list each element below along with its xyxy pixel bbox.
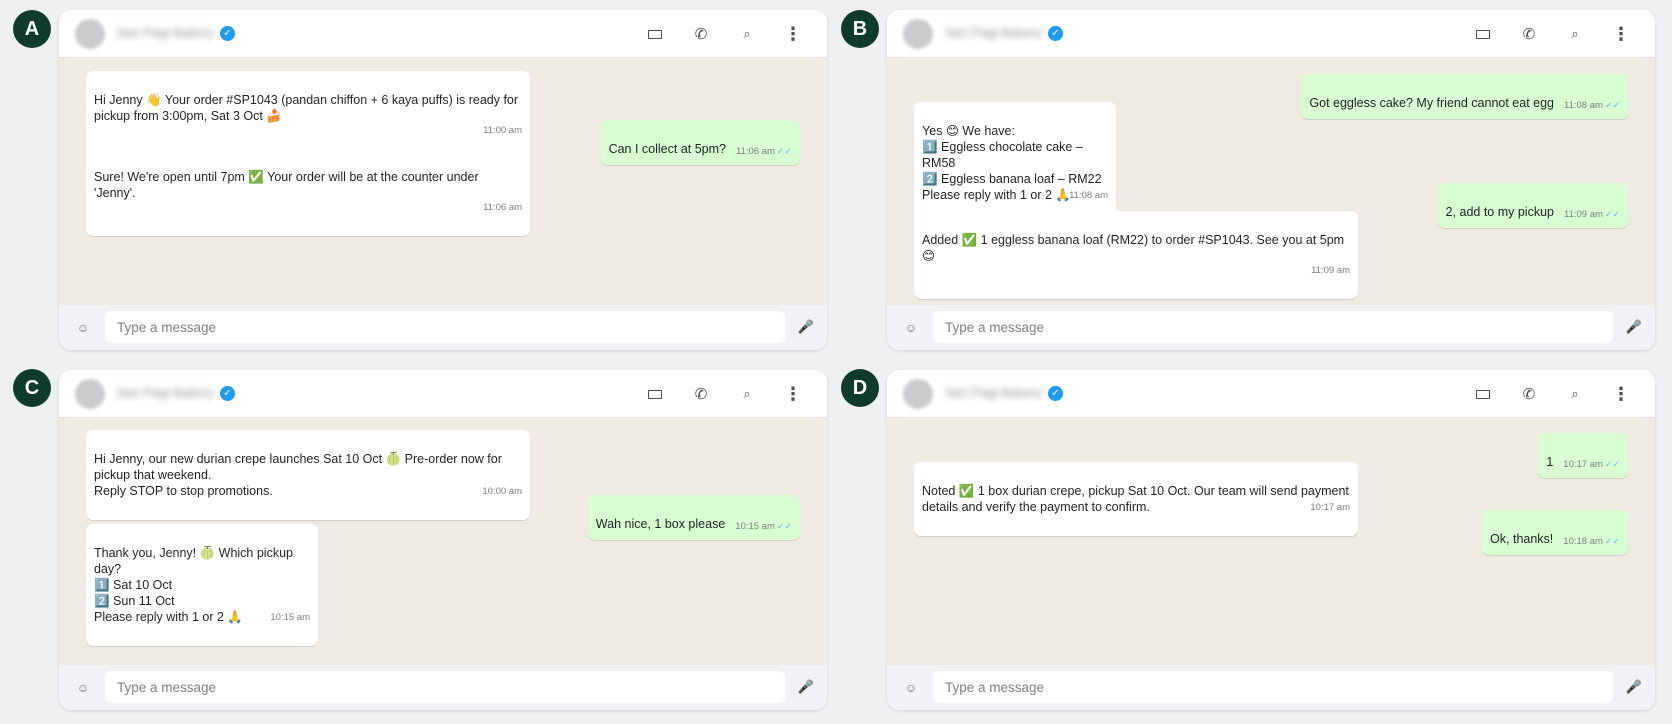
message-time: 10:17 am xyxy=(1563,459,1603,470)
chat-panel-b: Sari Pagi Bakery ✓ ✆ ⌕ ⋮ Got eggless cak… xyxy=(887,10,1655,350)
message-outgoing: Got eggless cake? My friend cannot eat e… xyxy=(1301,74,1628,119)
message-incoming: Thank you, Jenny! 🍈 Which pickup day? 1️… xyxy=(86,524,318,646)
avatar[interactable] xyxy=(903,19,933,49)
read-ticks-icon: ✓✓ xyxy=(776,146,792,156)
composer-bar: ☺ 🎤 xyxy=(59,665,827,710)
phone-icon[interactable]: ✆ xyxy=(690,24,712,44)
message-time: 10:15 am xyxy=(735,521,775,532)
video-icon[interactable] xyxy=(644,24,666,44)
phone-icon[interactable]: ✆ xyxy=(1518,384,1540,404)
message-time: 11:08 am xyxy=(1564,100,1603,111)
microphone-icon[interactable]: 🎤 xyxy=(797,318,815,336)
microphone-icon[interactable]: 🎤 xyxy=(1625,678,1643,696)
message-time: 11:09 am xyxy=(1564,209,1603,220)
composer-bar: ☺ 🎤 xyxy=(59,305,827,350)
contact-name[interactable]: Sari Pagi Bakery xyxy=(945,385,1042,400)
message-time: 10:18 am xyxy=(1563,536,1603,547)
message-text: 1 xyxy=(1546,455,1554,469)
message-incoming: Hi Jenny 👋 Your order #SP1043 (pandan ch… xyxy=(86,71,530,159)
message-outgoing: Can I collect at 5pm? 11:06 am ✓✓ xyxy=(600,120,800,165)
chat-header: Sari Pagi Bakery ✓ ✆ ⌕ ⋮ xyxy=(59,370,827,418)
panel-label-badge: A xyxy=(13,10,51,48)
message-input[interactable] xyxy=(105,671,785,703)
search-icon[interactable]: ⌕ xyxy=(736,384,758,404)
message-outgoing: Wah nice, 1 box please 10:15 am ✓✓ xyxy=(587,495,800,540)
more-vertical-icon[interactable]: ⋮ xyxy=(1610,24,1632,44)
chat-header: Sari Pagi Bakery ✓ ✆ ⌕ ⋮ xyxy=(887,10,1655,58)
message-incoming: Noted ✅ 1 box durian crepe, pickup Sat 1… xyxy=(914,462,1358,536)
chat-header: Sari Pagi Bakery ✓ ✆ ⌕ ⋮ xyxy=(887,370,1655,418)
composer-bar: ☺ 🎤 xyxy=(887,305,1655,350)
contact-name[interactable]: Sari Pagi Bakery xyxy=(117,25,214,40)
read-ticks-icon: ✓✓ xyxy=(1604,100,1620,110)
verified-badge-icon: ✓ xyxy=(220,26,235,41)
emoji-icon[interactable]: ☺ xyxy=(75,320,91,336)
message-text: Wah nice, 1 box please xyxy=(595,517,726,531)
microphone-icon[interactable]: 🎤 xyxy=(1625,318,1643,336)
more-vertical-icon[interactable]: ⋮ xyxy=(782,24,804,44)
more-vertical-icon[interactable]: ⋮ xyxy=(1610,384,1632,404)
chat-panel-a: Sari Pagi Bakery ✓ ✆ ⌕ ⋮ Hi Jenny 👋 Your… xyxy=(59,10,827,350)
contact-name[interactable]: Sari Pagi Bakery xyxy=(117,385,214,400)
message-incoming: Yes 😊 We have: 1️⃣ Eggless chocolate cak… xyxy=(914,102,1116,224)
microphone-icon[interactable]: 🎤 xyxy=(797,678,815,696)
chat-header: Sari Pagi Bakery ✓ ✆ ⌕ ⋮ xyxy=(59,10,827,58)
contact-name[interactable]: Sari Pagi Bakery xyxy=(945,25,1042,40)
read-ticks-icon: ✓✓ xyxy=(776,521,792,531)
message-input[interactable] xyxy=(105,311,785,343)
message-time: 11:06 am xyxy=(483,202,522,213)
message-outgoing: 2, add to my pickup 11:09 am ✓✓ xyxy=(1437,183,1628,228)
video-icon[interactable] xyxy=(644,384,666,404)
chat-panel-d: Sari Pagi Bakery ✓ ✆ ⌕ ⋮ 1 10:17 am ✓✓ Not… xyxy=(887,370,1655,710)
message-text: 2, add to my pickup xyxy=(1445,205,1554,219)
message-text: Got eggless cake? My friend cannot eat e… xyxy=(1309,96,1554,110)
verified-badge-icon: ✓ xyxy=(1048,26,1063,41)
emoji-icon[interactable]: ☺ xyxy=(75,680,91,696)
message-input[interactable] xyxy=(933,311,1613,343)
message-incoming: Added ✅ 1 eggless banana loaf (RM22) to … xyxy=(914,211,1358,299)
avatar[interactable] xyxy=(903,379,933,409)
search-icon[interactable]: ⌕ xyxy=(1564,384,1586,404)
panel-label-badge: C xyxy=(13,369,51,407)
video-icon[interactable] xyxy=(1472,24,1494,44)
message-outgoing: 1 10:17 am ✓✓ xyxy=(1538,433,1628,478)
message-time: 11:00 am xyxy=(483,125,522,136)
search-icon[interactable]: ⌕ xyxy=(736,24,758,44)
phone-icon[interactable]: ✆ xyxy=(690,384,712,404)
phone-icon[interactable]: ✆ xyxy=(1518,24,1540,44)
message-incoming: Sure! We're open until 7pm ✅ Your order … xyxy=(86,148,530,236)
composer-bar: ☺ 🎤 xyxy=(887,665,1655,710)
emoji-icon[interactable]: ☺ xyxy=(903,320,919,336)
verified-badge-icon: ✓ xyxy=(1048,386,1063,401)
message-text: Added ✅ 1 eggless banana loaf (RM22) to … xyxy=(922,233,1345,263)
message-incoming: Hi Jenny, our new durian crepe launches … xyxy=(86,430,530,520)
video-icon[interactable] xyxy=(1472,384,1494,404)
avatar[interactable] xyxy=(75,379,105,409)
more-vertical-icon[interactable]: ⋮ xyxy=(782,384,804,404)
emoji-icon[interactable]: ☺ xyxy=(903,680,919,696)
chat-panel-c: Sari Pagi Bakery ✓ ✆ ⌕ ⋮ Hi Jenny, our n… xyxy=(59,370,827,710)
panel-label-badge: B xyxy=(841,10,879,48)
message-text: Can I collect at 5pm? xyxy=(608,142,726,156)
message-input[interactable] xyxy=(933,671,1613,703)
read-ticks-icon: ✓✓ xyxy=(1604,536,1620,546)
message-text: Ok, thanks! xyxy=(1490,532,1554,546)
message-text: Sure! We're open until 7pm ✅ Your order … xyxy=(94,170,479,200)
read-ticks-icon: ✓✓ xyxy=(1604,459,1620,469)
message-text: Hi Jenny 👋 Your order #SP1043 (pandan ch… xyxy=(94,93,519,123)
read-ticks-icon: ✓✓ xyxy=(1604,209,1620,219)
message-outgoing: Ok, thanks! 10:18 am ✓✓ xyxy=(1482,510,1628,555)
panel-label-badge: D xyxy=(841,369,879,407)
message-time: 11:06 am xyxy=(736,146,775,157)
message-time: 11:09 am xyxy=(1311,265,1350,276)
verified-badge-icon: ✓ xyxy=(220,386,235,401)
search-icon[interactable]: ⌕ xyxy=(1564,24,1586,44)
avatar[interactable] xyxy=(75,19,105,49)
